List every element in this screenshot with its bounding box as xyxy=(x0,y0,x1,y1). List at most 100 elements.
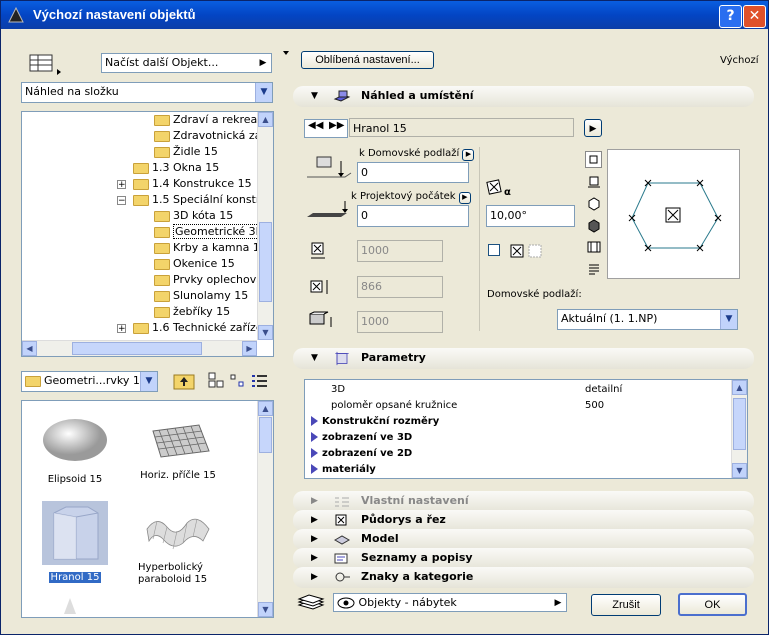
parameter-row[interactable]: zobrazení ve 2D xyxy=(311,446,412,461)
tree-item[interactable]: 1.3 Okna 15 xyxy=(133,160,219,176)
tree-item[interactable]: Židle 15 xyxy=(154,144,218,160)
gallery-vertical-scrollbar[interactable]: ▲ ▼ xyxy=(257,401,273,617)
expand-triangle-icon[interactable] xyxy=(311,416,318,426)
pane-splitter[interactable] xyxy=(283,47,289,627)
depth-input[interactable]: 866 xyxy=(357,276,443,298)
load-more-objects-button[interactable]: Načíst další Objekt... ▶ xyxy=(101,53,272,73)
section-preview[interactable]: ▼ Náhled a umístění xyxy=(293,86,754,107)
folder-select[interactable]: Geometri...rvky 15 ▼ xyxy=(21,371,158,392)
grid-thumbnail-icon xyxy=(152,424,210,458)
tree-item[interactable]: žebříky 15 xyxy=(154,304,230,320)
h-scroll-thumb[interactable] xyxy=(72,342,202,355)
object-menu-button[interactable]: ▶ xyxy=(584,119,602,137)
scroll-up-icon[interactable]: ▲ xyxy=(732,380,747,395)
view-mode-select[interactable]: Náhled na složku ▼ xyxy=(21,82,273,103)
scroll-right-icon[interactable]: ▶ xyxy=(242,341,257,356)
preview-3d-wire-icon[interactable] xyxy=(586,196,602,212)
project-zero-menu-button[interactable]: ▶ xyxy=(458,192,471,204)
cancel-button[interactable]: Zrušit xyxy=(591,594,661,616)
tree-item[interactable]: Krby a kamna 15 xyxy=(154,240,267,256)
gallery-item-horiz-pricle[interactable]: Horiz. příčle 15 xyxy=(128,407,228,497)
library-tree[interactable]: Zdraví a rekreace Zdravotnická zař Židle 1… xyxy=(21,111,274,357)
home-floor-menu-button[interactable]: ▶ xyxy=(462,149,475,161)
preview-list-icon[interactable] xyxy=(586,261,602,277)
mirror-icon xyxy=(510,244,542,258)
scroll-up-icon[interactable]: ▲ xyxy=(258,112,273,127)
preview-plan-view-button[interactable] xyxy=(585,151,602,168)
help-button[interactable]: ? xyxy=(719,5,742,28)
expand-icon[interactable]: + xyxy=(117,180,126,190)
tree-item[interactable]: 3D kóta 15 xyxy=(154,208,233,224)
parameter-value[interactable]: detailní xyxy=(585,382,622,397)
section-model[interactable]: ▶ Model xyxy=(293,529,754,550)
rotation-angle-input[interactable]: 10,00° xyxy=(486,205,575,227)
scroll-down-icon[interactable]: ▼ xyxy=(732,463,747,478)
parameter-row[interactable]: poloměr opsané kružnice xyxy=(311,398,457,413)
next-object-icon[interactable]: ▶▶ xyxy=(329,120,344,131)
parameter-row[interactable]: Konstrukční rozměry xyxy=(311,414,439,429)
tree-horizontal-scrollbar[interactable]: ◀ ▶ xyxy=(22,340,257,356)
list-view-icon[interactable] xyxy=(251,371,269,391)
scroll-thumb[interactable] xyxy=(259,417,272,453)
parameter-row[interactable]: zobrazení ve 3D xyxy=(311,430,412,445)
ok-button[interactable]: OK xyxy=(678,593,747,616)
preview-elevation-icon[interactable] xyxy=(586,239,602,255)
tree-item[interactable]: Geometrické 3D p xyxy=(154,224,273,240)
tree-item[interactable]: Prvky oplechován xyxy=(154,272,270,288)
large-icons-view-icon[interactable] xyxy=(207,371,225,391)
expand-icon[interactable]: + xyxy=(117,324,126,334)
section-plan[interactable]: ▶ Půdorys a řez xyxy=(293,510,754,531)
tree-item[interactable]: − 1.5 Speciální konstruk xyxy=(117,192,273,208)
scroll-thumb[interactable] xyxy=(733,398,746,450)
tree-item-label: 3D kóta 15 xyxy=(173,209,234,222)
close-button[interactable]: ✕ xyxy=(743,5,766,28)
tree-item[interactable]: +1.6 Technické zařízen xyxy=(117,320,270,336)
tree-item-label: Zdravotnická zař xyxy=(173,129,266,142)
scroll-left-icon[interactable]: ◀ xyxy=(22,341,37,356)
scroll-thumb[interactable] xyxy=(259,222,272,302)
width-input[interactable]: 1000 xyxy=(357,240,443,262)
section-custom[interactable]: ▶ Vlastní nastavení xyxy=(293,491,754,512)
project-zero-input[interactable]: 0 xyxy=(357,205,469,227)
section-lists[interactable]: ▶ Seznamy a popisy xyxy=(293,548,754,569)
object-gallery[interactable]: Elipsoid 15 Horiz. příčle 15 Hranol 15 H… xyxy=(21,400,274,618)
parameters-list[interactable]: 3D detailní poloměr opsané kružnice 500 Kons… xyxy=(304,379,748,479)
gallery-item-hranol[interactable]: Hranol 15 xyxy=(28,501,122,591)
expand-triangle-icon[interactable] xyxy=(311,448,318,458)
expand-triangle-icon[interactable] xyxy=(311,464,318,474)
tree-item[interactable]: Zdraví a rekreace xyxy=(154,112,270,128)
tree-item[interactable]: Okenice 15 xyxy=(154,256,235,272)
scroll-down-icon[interactable]: ▼ xyxy=(258,325,273,340)
small-icons-view-icon[interactable] xyxy=(229,371,247,391)
parameter-row[interactable]: 3D xyxy=(311,382,345,397)
view-mode-icon[interactable] xyxy=(29,53,63,75)
tree-item[interactable]: Slunolamy 15 xyxy=(154,288,248,304)
tree-vertical-scrollbar[interactable]: ▲ ▼ xyxy=(257,112,273,340)
gallery-item-elipsoid[interactable]: Elipsoid 15 xyxy=(28,407,122,497)
layer-select[interactable]: Objekty - nábytek ▶ xyxy=(333,593,567,612)
collapse-icon[interactable]: − xyxy=(117,196,126,206)
preview-section-view-icon[interactable] xyxy=(586,174,602,190)
params-vertical-scrollbar[interactable]: ▲ ▼ xyxy=(731,380,747,478)
gallery-item-hyperbolicky-paraboloid[interactable]: Hyperbolický paraboloid 15 xyxy=(128,501,228,601)
prev-object-icon[interactable]: ◀◀ xyxy=(308,120,323,131)
preview-3d-shaded-icon[interactable] xyxy=(586,218,602,234)
project-zero-offset-icon xyxy=(307,201,348,217)
tree-item[interactable]: +1.4 Konstrukce 15 xyxy=(117,176,252,192)
section-params[interactable]: ▼ Parametry xyxy=(293,348,754,369)
parameter-row[interactable]: materiály xyxy=(311,462,376,477)
section-tags[interactable]: ▶ Znaky a kategorie xyxy=(293,567,754,588)
prev-next-object-buttons[interactable]: ◀◀ ▶▶ xyxy=(304,119,348,138)
favorites-button[interactable]: Oblíbená nastavení... xyxy=(301,51,434,69)
scroll-down-icon[interactable]: ▼ xyxy=(258,602,273,617)
folder-up-icon[interactable] xyxy=(173,371,195,391)
layer-icon xyxy=(297,594,325,610)
home-floor-input[interactable]: 0 xyxy=(357,162,469,183)
tree-item[interactable]: Zdravotnická zař xyxy=(154,128,266,144)
scroll-up-icon[interactable]: ▲ xyxy=(258,401,273,416)
home-story-select[interactable]: Aktuální (1. 1.NP) ▼ xyxy=(557,309,738,330)
parameter-value[interactable]: 500 xyxy=(585,398,604,413)
height-input[interactable]: 1000 xyxy=(357,311,443,333)
mirror-checkbox[interactable] xyxy=(488,244,500,256)
expand-triangle-icon[interactable] xyxy=(311,432,318,442)
